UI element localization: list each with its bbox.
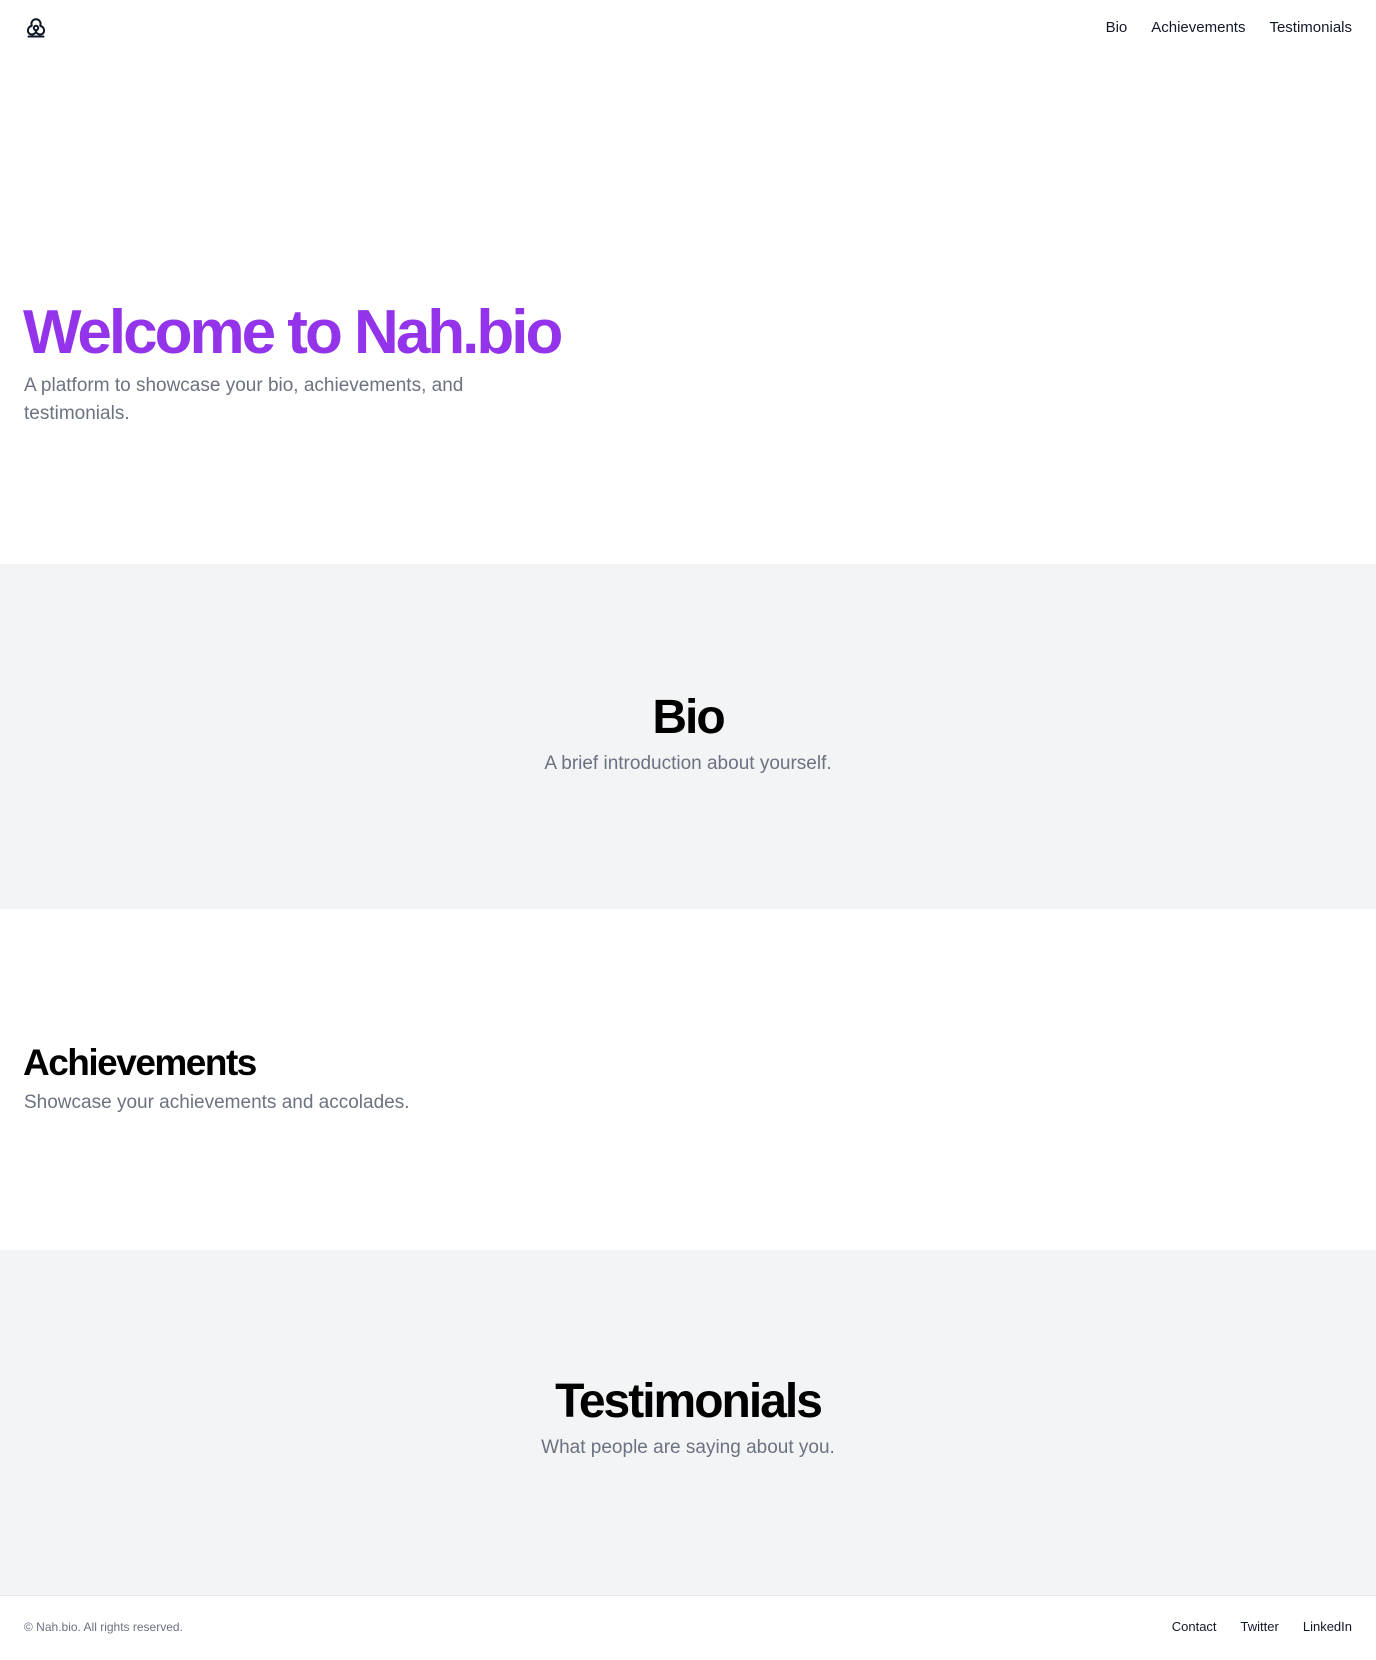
site-header: Bio Achievements Testimonials bbox=[0, 0, 1376, 56]
footer-links: Contact Twitter LinkedIn bbox=[1172, 1618, 1352, 1636]
bio-title: Bio bbox=[652, 691, 725, 744]
testimonials-title: Testimonials bbox=[555, 1375, 823, 1428]
hero-subtitle: A platform to showcase your bio, achieve… bbox=[24, 375, 464, 424]
achievements-subtitle: Showcase your achievements and accolades… bbox=[24, 1092, 410, 1113]
nav-link-testimonials[interactable]: Testimonials bbox=[1269, 18, 1352, 38]
nav-link-achievements[interactable]: Achievements bbox=[1151, 18, 1245, 38]
bio-section: Bio A brief introduction about yourself. bbox=[0, 564, 1376, 909]
hero-title: Welcome to Nah.bio bbox=[23, 298, 563, 367]
copyright-text: © Nah.bio. All rights reserved. bbox=[24, 1620, 183, 1634]
hero-section: Welcome to Nah.bio A platform to showcas… bbox=[0, 56, 1376, 564]
site-footer: © Nah.bio. All rights reserved. Contact … bbox=[0, 1595, 1376, 1660]
nav-link-bio[interactable]: Bio bbox=[1106, 18, 1128, 38]
testimonials-subtitle: What people are saying about you. bbox=[541, 1437, 835, 1458]
main-nav: Bio Achievements Testimonials bbox=[1106, 18, 1352, 38]
achievements-title: Achievements bbox=[23, 1042, 257, 1083]
footer-link-twitter[interactable]: Twitter bbox=[1241, 1618, 1279, 1636]
bio-subtitle: A brief introduction about yourself. bbox=[544, 753, 832, 774]
testimonials-section: Testimonials What people are saying abou… bbox=[0, 1250, 1376, 1595]
biohazard-icon[interactable] bbox=[23, 15, 49, 41]
footer-link-contact[interactable]: Contact bbox=[1172, 1618, 1217, 1636]
footer-link-linkedin[interactable]: LinkedIn bbox=[1303, 1618, 1352, 1636]
achievements-section: Achievements Showcase your achievements … bbox=[0, 909, 1376, 1250]
